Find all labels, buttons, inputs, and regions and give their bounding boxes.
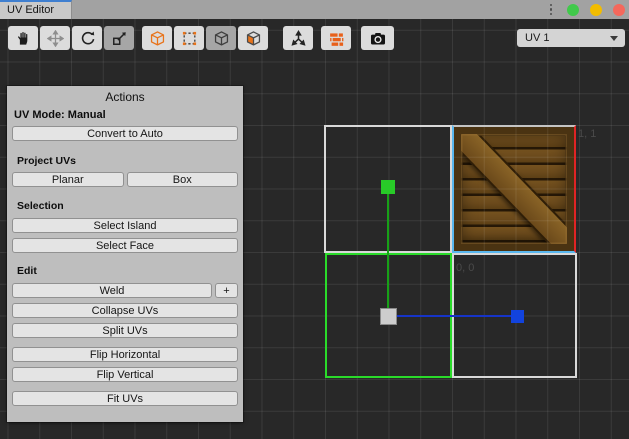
- window-controls: [546, 0, 625, 19]
- pan-tool-button[interactable]: [8, 26, 38, 50]
- collapse-uvs-button[interactable]: Collapse UVs: [12, 303, 238, 318]
- screenshot-button[interactable]: [361, 26, 394, 50]
- title-bar: UV Editor: [0, 0, 629, 19]
- window-maximize-dot[interactable]: [590, 4, 602, 16]
- project-buttons-row: Planar Box: [12, 172, 238, 187]
- gizmo-y-axis-line: [387, 187, 389, 316]
- flip-horizontal-button[interactable]: Flip Horizontal: [12, 347, 238, 362]
- weld-options-button[interactable]: +: [215, 283, 238, 298]
- wire-cube-icon: [213, 30, 230, 47]
- select-island-button[interactable]: Select Island: [12, 218, 238, 233]
- project-uvs-label: Project UVs: [12, 155, 238, 166]
- gizmo-center-handle[interactable]: [380, 308, 397, 325]
- split-uvs-button[interactable]: Split UVs: [12, 323, 238, 338]
- tab-uv-editor[interactable]: UV Editor: [0, 0, 72, 19]
- camera-icon: [369, 30, 387, 47]
- hand-icon: [15, 30, 32, 47]
- panel-title: Actions: [12, 90, 238, 102]
- gizmo-y-handle[interactable]: [381, 180, 395, 194]
- scale-icon: [111, 30, 128, 47]
- vertex-cube-icon: [149, 30, 166, 47]
- move-tool-button[interactable]: [40, 26, 70, 50]
- flip-vertical-button[interactable]: Flip Vertical: [12, 367, 238, 382]
- face-fill-mode-button[interactable]: [238, 26, 268, 50]
- box-button[interactable]: Box: [127, 172, 239, 187]
- filled-face-cube-icon: [245, 30, 262, 47]
- spread-arrows-icon: [290, 30, 307, 47]
- planar-button[interactable]: Planar: [12, 172, 124, 187]
- gizmo-x-axis-line: [388, 315, 518, 317]
- window-close-dot[interactable]: [613, 4, 625, 16]
- fit-uvs-button[interactable]: Fit UVs: [12, 391, 238, 406]
- gizmo-x-handle[interactable]: [511, 310, 524, 323]
- window-minimize-dot[interactable]: [567, 4, 579, 16]
- face-mode-button[interactable]: [206, 26, 236, 50]
- uv-mode-label: UV Mode: Manual: [12, 109, 238, 122]
- vertex-mode-button[interactable]: [142, 26, 172, 50]
- texture-mode-button[interactable]: [321, 26, 351, 50]
- rect-select-mode-button[interactable]: [174, 26, 204, 50]
- convert-to-auto-button[interactable]: Convert to Auto: [12, 126, 238, 141]
- dashed-rect-icon: [181, 30, 198, 47]
- toolbar: UV 1: [0, 26, 629, 52]
- scene-gizmo-toggle-button[interactable]: [283, 26, 313, 50]
- uv-unit-label: 1, 1: [578, 128, 596, 140]
- uv-origin-label: 0, 0: [456, 262, 474, 274]
- uv-channel-dropdown[interactable]: UV 1: [517, 29, 625, 47]
- actions-panel: Actions UV Mode: Manual Convert to Auto …: [7, 86, 243, 422]
- bricks-icon: [328, 30, 345, 47]
- tool-group-navigation: [8, 26, 134, 50]
- scale-tool-button[interactable]: [104, 26, 134, 50]
- weld-row: Weld +: [12, 283, 238, 298]
- kebab-menu-icon[interactable]: [546, 3, 556, 17]
- selection-label: Selection: [12, 200, 238, 211]
- uv-channel-value: UV 1: [525, 32, 549, 44]
- select-face-button[interactable]: Select Face: [12, 238, 238, 253]
- tab-title: UV Editor: [7, 4, 54, 16]
- edit-label: Edit: [12, 265, 238, 276]
- tool-group-selection-mode: [142, 26, 268, 50]
- move-icon: [47, 30, 64, 47]
- chevron-down-icon: [610, 36, 618, 41]
- weld-button[interactable]: Weld: [12, 283, 212, 298]
- rotate-icon: [79, 30, 96, 47]
- uv-island-texture-edges[interactable]: [452, 125, 576, 253]
- rotate-tool-button[interactable]: [72, 26, 102, 50]
- uv-canvas[interactable]: 0, 0 1, 1: [0, 19, 629, 439]
